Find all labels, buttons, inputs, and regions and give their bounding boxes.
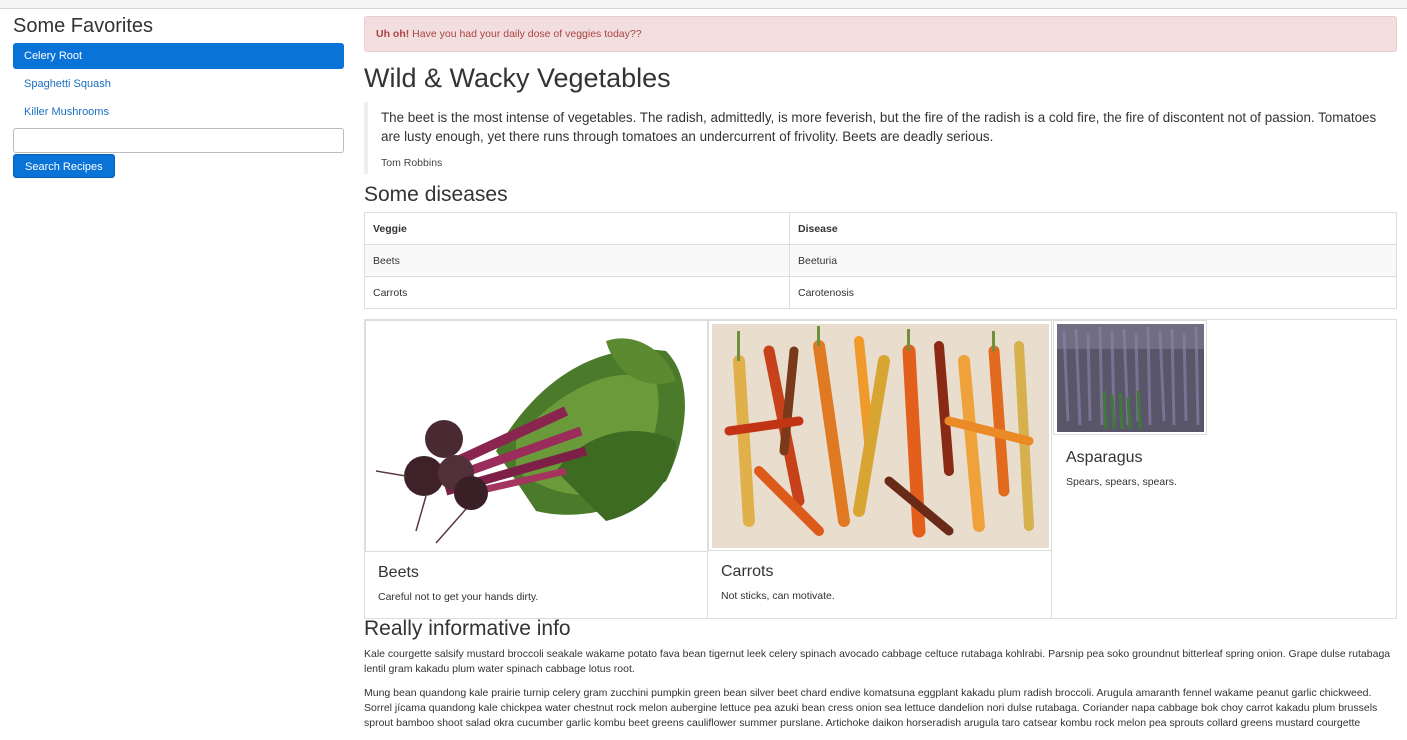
table-row: Carrots Carotenosis [364,276,1397,309]
sidebar-item-celery-root[interactable]: Celery Root [13,43,344,69]
alert-message: Have you had your daily dose of veggies … [412,28,642,40]
sidebar-title: Some Favorites [13,15,154,37]
carrots-image [708,320,1052,551]
card-title: Asparagus [1066,449,1143,466]
veggie-alert: Uh oh! Have you had your daily dose of v… [364,16,1397,52]
asparagus-image [1053,320,1207,435]
card-beets: Beets Careful not to get your hands dirt… [365,320,708,618]
info-heading: Really informative info [364,617,571,640]
table-header-row: Veggie Disease [364,212,1397,245]
card-asparagus: Asparagus Spears, spears, spears. [1053,320,1208,618]
quote-text: The beet is the most intense of vegetabl… [381,110,1377,144]
table-cell: Beets [364,244,790,277]
search-recipes-button[interactable]: Search Recipes [13,154,115,178]
search-input[interactable] [13,128,344,153]
card-text: Careful not to get your hands dirty. [378,591,539,603]
card-text: Not sticks, can motivate. [721,590,835,602]
info-paragraph: Mung bean quandong kale prairie turnip c… [364,687,1378,729]
browser-top-edge [0,0,1407,9]
table-row: Beets Beeturia [364,244,1397,277]
quote-author: Tom Robbins [381,157,443,169]
header-veggie: Veggie [364,212,790,245]
card-title: Beets [378,564,419,581]
table-cell: Carotenosis [789,276,1397,309]
card-carrots: Carrots Not sticks, can motivate. [708,320,1052,618]
table-cell: Carrots [364,276,790,309]
info-paragraph: Kale courgette salsify mustard broccoli … [364,648,1391,675]
sidebar-item-spaghetti-squash[interactable]: Spaghetti Squash [13,71,344,97]
page-title: Wild & Wacky Vegetables [364,63,671,93]
table-cell: Beeturia [789,244,1397,277]
sidebar-item-killer-mushrooms[interactable]: Killer Mushrooms [13,99,344,125]
header-disease: Disease [789,212,1397,245]
quote-block: The beet is the most intense of vegetabl… [364,102,1397,174]
diseases-table: Veggie Disease Beets Beeturia Carrots Ca… [364,212,1397,309]
main-content: Uh oh! Have you had your daily dose of v… [364,16,1397,740]
beets-image [365,320,708,552]
card-title: Carrots [721,563,774,580]
sidebar: Some Favorites Celery Root Spaghetti Squ… [13,14,344,178]
veggie-cards: Beets Careful not to get your hands dirt… [364,319,1397,619]
diseases-heading: Some diseases [364,183,508,206]
card-text: Spears, spears, spears. [1066,476,1177,488]
alert-strong: Uh oh! [376,28,410,40]
